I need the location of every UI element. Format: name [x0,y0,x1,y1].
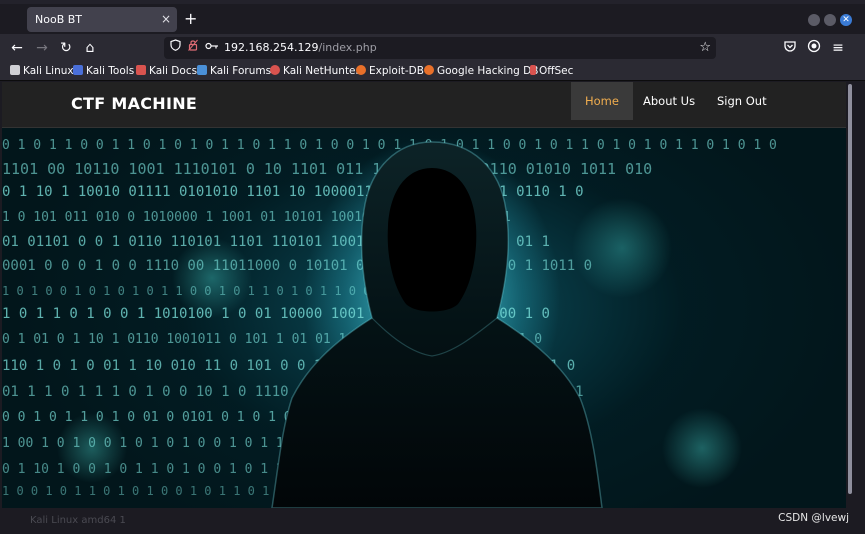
kali-tools-icon [73,65,83,75]
bookmark-exploit-db[interactable]: Exploit-DB [356,63,424,79]
exploit-db-icon [356,65,366,75]
bookmark-label: Kali Linux [23,65,74,77]
url-host: 192.168.254.129 [224,41,319,54]
bookmark-kali-tools[interactable]: Kali Tools [73,63,134,79]
bookmarks-toolbar: Kali Linux Kali Tools Kali Docs Kali For… [0,62,865,81]
home-button[interactable]: ⌂ [81,39,99,57]
nav-toolbar: ← → ↻ ⌂ 192.168.254.129/index.php ☆ ≡ [0,34,865,62]
watermark: CSDN @lvewj [778,512,849,524]
active-tab[interactable]: NooB BT × [27,7,177,32]
scrollbar-thumb[interactable] [848,84,852,494]
bookmark-label: Exploit-DB [369,65,424,77]
bookmark-google-hacking-db[interactable]: Google Hacking DB [424,63,538,79]
permissions-key-icon[interactable] [205,39,219,57]
hero-image: 0 1 0 1 1 0 0 1 1 0 1 0 1 0 1 1 0 1 1 0 … [2,128,846,508]
bookmark-label: Kali Docs [149,65,198,77]
bookmark-label: OffSec [539,65,574,77]
bookmark-label: Kali Forums [210,65,272,77]
bookmark-label: Kali Tools [86,65,135,77]
bookmark-label: Google Hacking DB [437,65,539,77]
offsec-icon [530,65,536,75]
account-icon[interactable] [805,39,823,57]
bookmark-kali-docs[interactable]: Kali Docs [136,63,197,79]
bookmark-kali-forums[interactable]: Kali Forums [197,63,271,79]
url-bar[interactable]: 192.168.254.129/index.php ☆ [164,37,716,59]
kali-forums-icon [197,65,207,75]
minimize-button[interactable] [808,14,820,26]
hamburger-menu-icon[interactable]: ≡ [829,39,847,57]
pocket-icon[interactable] [781,39,799,57]
back-button[interactable]: ← [8,39,26,57]
kali-docs-icon [136,65,146,75]
taskbar: Kali Linux amd64 1 [0,508,865,534]
bookmark-star-icon[interactable]: ☆ [699,39,711,57]
url-text[interactable]: 192.168.254.129/index.php [224,39,377,57]
tab-title: NooB BT [35,13,82,26]
maximize-button[interactable] [824,14,836,26]
shield-icon[interactable] [170,39,181,57]
forward-button[interactable]: → [33,39,51,57]
web-page: CTF MACHINE Home About Us Sign Out 0 1 0… [2,82,846,508]
browser-window: NooB BT × + ✕ ← → ↻ ⌂ 192.168.254.129/in… [0,0,865,534]
site-brand[interactable]: CTF MACHINE [71,94,197,113]
site-navbar: CTF MACHINE Home About Us Sign Out [2,82,846,128]
tab-close-icon[interactable]: × [161,7,171,32]
new-tab-button[interactable]: + [184,10,197,28]
bookmark-kali-linux[interactable]: Kali Linux [10,63,74,79]
nav-signout-link[interactable]: Sign Out [703,82,781,120]
nethunter-icon [270,65,280,75]
bookmark-offsec[interactable]: OffSec [530,63,573,79]
bookmark-label: Kali NetHunter [283,65,360,77]
page-scrollbar[interactable] [846,82,854,508]
reload-button[interactable]: ↻ [57,39,75,57]
url-path: /index.php [318,41,377,54]
ghdb-icon [424,65,434,75]
nav-about-link[interactable]: About Us [629,82,709,120]
close-window-button[interactable]: ✕ [840,14,852,26]
tab-bar: NooB BT × + ✕ [0,4,865,34]
nav-home-link[interactable]: Home [571,82,633,120]
taskbar-label: Kali Linux amd64 1 [30,515,126,526]
bookmark-kali-nethunter[interactable]: Kali NetHunter [270,63,360,79]
hooded-figure-silhouette [271,141,603,508]
kali-icon [10,65,20,75]
insecure-lock-icon[interactable] [188,39,198,57]
